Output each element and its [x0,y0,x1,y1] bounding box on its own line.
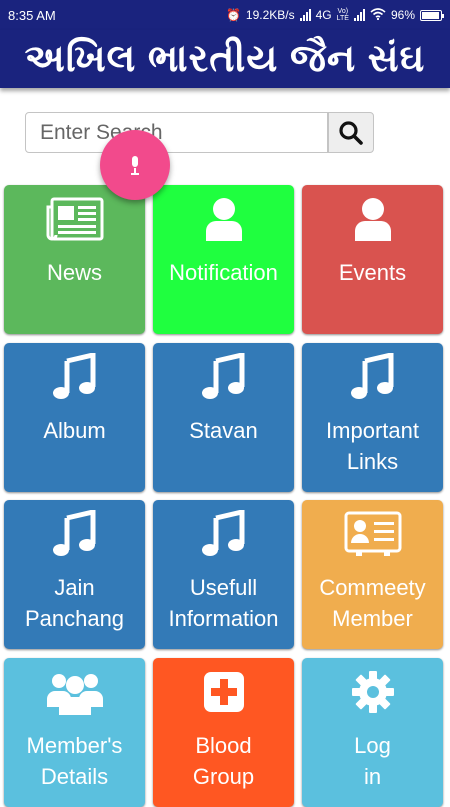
signal-icon-secondary [353,9,365,21]
tile-label: Usefull Information [168,575,279,631]
tile-label: Important Links [326,418,419,474]
gear-icon [302,668,443,716]
status-indicators: ⏰ 19.2KB/s 4G Vo) LTE 96% [225,7,444,23]
tile-usefull-information[interactable]: Usefull Information [153,500,294,649]
voice-search-button[interactable] [100,130,170,200]
tile-label: Events [338,260,407,285]
status-speed: 19.2KB/s [245,8,295,22]
contact-card-icon [302,510,443,558]
volte-icon: Vo) LTE [336,8,349,22]
search-icon [339,120,363,145]
music-note-icon [153,510,294,558]
medical-plus-icon [153,668,294,716]
user-icon [153,195,294,243]
users-group-icon [4,668,145,716]
alarm-icon: ⏰ [225,8,241,22]
tile-commeety-member[interactable]: Commeety Member [302,500,443,649]
tile-log-in[interactable]: Log in [302,658,443,807]
music-note-icon [4,510,145,558]
network-type: 4G [315,8,332,22]
tile-label: Commeety Member [319,575,426,631]
tile-label: Stavan [189,418,258,443]
tile-label: Member's Details [26,733,123,789]
newspaper-icon [4,195,145,243]
tile-jain-panchang[interactable]: Jain Panchang [4,500,145,649]
microphone-icon [131,156,139,175]
page-title: અખિલ ભારતીય જૈન સંઘ [24,37,426,80]
battery-icon [420,9,444,21]
tile-label: Jain Panchang [24,575,125,631]
music-note-icon [153,353,294,401]
music-note-icon [302,353,443,401]
tile-notification[interactable]: Notification [153,185,294,334]
tile-label: Log in [354,733,391,789]
wifi-icon [370,7,386,23]
battery-percent: 96% [390,8,415,22]
status-time: 8:35 AM [8,7,56,23]
status-bar: 8:35 AM ⏰ 19.2KB/s 4G Vo) LTE 96% [0,0,450,30]
tile-member-s-details[interactable]: Member's Details [4,658,145,807]
tile-album[interactable]: Album [4,343,145,492]
tile-important-links[interactable]: Important Links [302,343,443,492]
search-input[interactable] [25,112,328,153]
music-note-icon [4,353,145,401]
user-icon [302,195,443,243]
tile-news[interactable]: News [4,185,145,334]
tile-label: News [46,260,102,285]
app-header: અખિલ ભારતીય જૈન સંઘ [0,30,450,88]
tile-stavan[interactable]: Stavan [153,343,294,492]
search-button[interactable] [328,112,374,153]
tile-label: Album [43,418,106,443]
tile-label: Notification [169,260,278,285]
signal-icon [299,9,311,21]
tile-label: Blood Group [192,733,255,789]
tile-blood-group[interactable]: Blood Group [153,658,294,807]
tile-events[interactable]: Events [302,185,443,334]
